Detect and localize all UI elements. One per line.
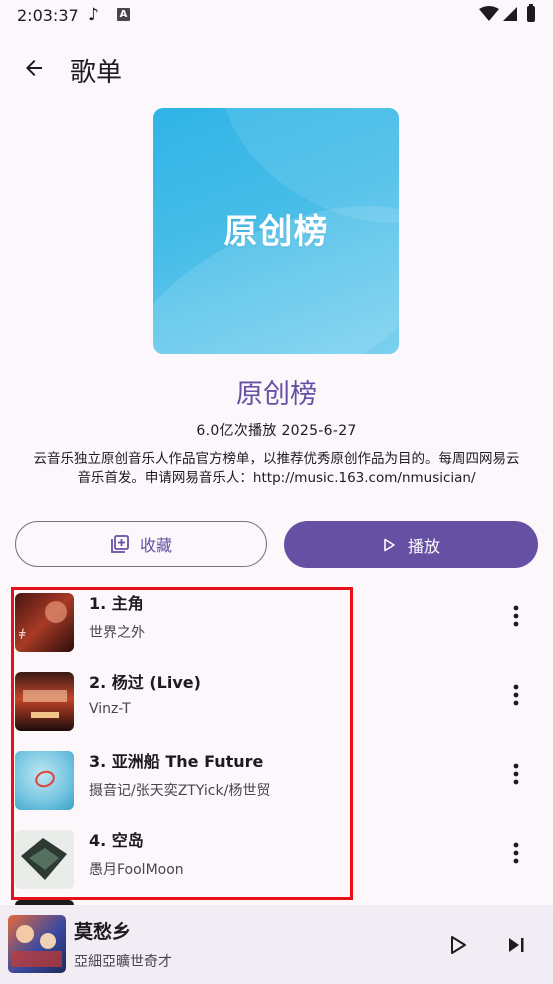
music-note-icon: ♪ bbox=[88, 5, 99, 25]
cover-text: 原创榜 bbox=[223, 212, 329, 252]
more-options-button[interactable] bbox=[500, 837, 532, 869]
playlist-cover: 原创榜 bbox=[153, 108, 399, 354]
more-vert-icon bbox=[513, 605, 519, 627]
skip-next-button[interactable] bbox=[501, 930, 531, 960]
song-title: 1. 主角 bbox=[89, 594, 144, 613]
battery-icon bbox=[527, 4, 535, 22]
now-playing-art bbox=[8, 915, 66, 973]
song-artist: Vinz-T bbox=[89, 701, 131, 717]
song-artist: 摄音记/张天奕ZTYick/杨世贸 bbox=[89, 783, 271, 799]
list-item[interactable]: 3. 亚洲船 The Future 摄音记/张天奕ZTYick/杨世贸 bbox=[0, 748, 553, 826]
song-title: 2. 杨过 (Live) bbox=[89, 673, 201, 692]
collect-label: 收藏 bbox=[139, 536, 172, 555]
signal-icon bbox=[503, 7, 517, 21]
more-vert-icon bbox=[513, 763, 519, 785]
skip-next-icon bbox=[509, 938, 524, 952]
a-notification-icon: A bbox=[117, 8, 130, 21]
more-options-button[interactable] bbox=[500, 679, 532, 711]
play-icon bbox=[384, 538, 395, 551]
playlist-stats: 6.0亿次播放 2025-6-27 bbox=[196, 423, 357, 439]
list-item[interactable]: 2. 杨过 (Live) Vinz-T bbox=[0, 669, 553, 747]
mini-player[interactable]: 莫愁乡 亞細亞曠世奇才 bbox=[0, 905, 553, 984]
more-options-button[interactable] bbox=[500, 758, 532, 790]
album-art bbox=[15, 672, 74, 731]
wifi-icon bbox=[479, 6, 499, 21]
more-vert-icon bbox=[513, 684, 519, 706]
status-bar: 2:03:37 ♪ A bbox=[0, 0, 553, 32]
page-title: 歌单 bbox=[70, 58, 123, 88]
playlist-name: 原创榜 bbox=[236, 379, 317, 410]
more-vert-icon bbox=[513, 842, 519, 864]
play-icon bbox=[451, 936, 466, 954]
arrow-left-icon bbox=[26, 60, 42, 76]
album-art: ǂ bbox=[15, 593, 74, 652]
status-time: 2:03:37 bbox=[17, 6, 79, 25]
play-all-button[interactable]: 播放 bbox=[284, 521, 538, 568]
more-options-button[interactable] bbox=[500, 600, 532, 632]
album-art bbox=[15, 751, 74, 810]
album-art bbox=[15, 830, 74, 889]
back-button[interactable] bbox=[14, 48, 54, 88]
now-playing-artist: 亞細亞曠世奇才 bbox=[74, 954, 172, 970]
play-button[interactable] bbox=[443, 930, 473, 960]
playlist-description: 云音乐独立原创音乐人作品官方榜单，以推荐优秀原创作品为目的。每周四网易云音乐首发… bbox=[33, 451, 520, 486]
song-title: 3. 亚洲船 The Future bbox=[89, 752, 264, 771]
top-app-bar: 歌单 bbox=[0, 40, 553, 96]
play-label: 播放 bbox=[407, 536, 440, 556]
library-add-icon bbox=[111, 535, 129, 553]
song-title: 4. 空岛 bbox=[89, 831, 144, 850]
list-item[interactable]: ǂ 1. 主角 世界之外 bbox=[0, 590, 553, 668]
song-artist: 愚月FoolMoon bbox=[89, 862, 184, 878]
list-item[interactable]: 4. 空岛 愚月FoolMoon bbox=[0, 827, 553, 905]
song-artist: 世界之外 bbox=[89, 625, 145, 641]
now-playing-title: 莫愁乡 bbox=[74, 921, 132, 943]
collect-button[interactable]: 收藏 bbox=[15, 521, 267, 567]
